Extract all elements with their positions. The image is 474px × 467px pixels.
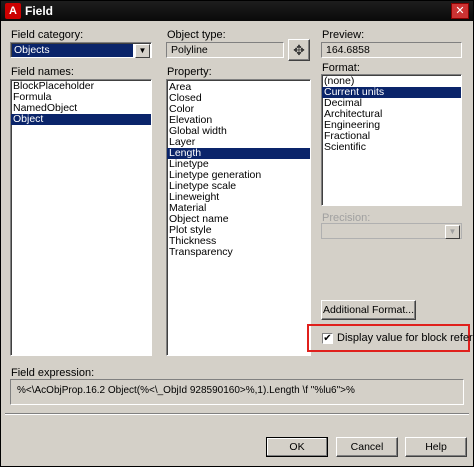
- field-expression-label: Field expression:: [11, 367, 95, 379]
- precision-dropdown: ▼: [321, 223, 462, 239]
- display-block-reference-checkbox[interactable]: ✔: [322, 333, 333, 344]
- chevron-down-icon: ▼: [445, 225, 460, 239]
- property-list[interactable]: Area Closed Color Elevation Global width…: [166, 79, 311, 356]
- object-type-field: Polyline: [166, 42, 284, 58]
- format-label: Format:: [322, 62, 360, 74]
- select-object-button[interactable]: ✥: [288, 39, 310, 61]
- window-title: Field: [25, 4, 54, 18]
- autocad-icon: A: [5, 3, 21, 19]
- field-names-list[interactable]: BlockPlaceholder Formula NamedObject Obj…: [10, 79, 152, 356]
- field-expression-field[interactable]: %<\AcObjProp.16.2 Object(%<\_ObjId 92859…: [10, 379, 464, 405]
- list-item-selected[interactable]: Object: [11, 114, 151, 125]
- cancel-button[interactable]: Cancel: [336, 437, 398, 457]
- field-category-label: Field category:: [11, 29, 84, 41]
- ok-button[interactable]: OK: [266, 437, 328, 457]
- display-block-reference-label[interactable]: Display value for block reference: [337, 332, 474, 344]
- property-label: Property:: [167, 66, 212, 78]
- field-category-dropdown[interactable]: Objects ▼: [10, 42, 152, 58]
- crosshair-pick-icon: ✥: [293, 42, 305, 58]
- additional-format-button[interactable]: Additional Format...: [321, 300, 416, 320]
- list-item[interactable]: Scientific: [322, 142, 461, 153]
- list-item[interactable]: Transparency: [167, 247, 310, 258]
- field-dialog: A Field ✕ Field category: Objects ▼ Fiel…: [0, 0, 474, 467]
- close-icon[interactable]: ✕: [451, 3, 469, 19]
- format-list[interactable]: (none) Current units Decimal Architectur…: [321, 74, 462, 206]
- object-type-label: Object type:: [167, 29, 226, 41]
- title-bar[interactable]: A Field ✕: [1, 1, 473, 21]
- chevron-down-icon[interactable]: ▼: [135, 44, 150, 58]
- preview-label: Preview:: [322, 29, 365, 41]
- help-button[interactable]: Help: [405, 437, 467, 457]
- preview-field: 164.6858: [321, 42, 462, 58]
- field-category-value: Objects: [12, 44, 133, 57]
- divider: [5, 413, 469, 415]
- field-names-label: Field names:: [11, 66, 74, 78]
